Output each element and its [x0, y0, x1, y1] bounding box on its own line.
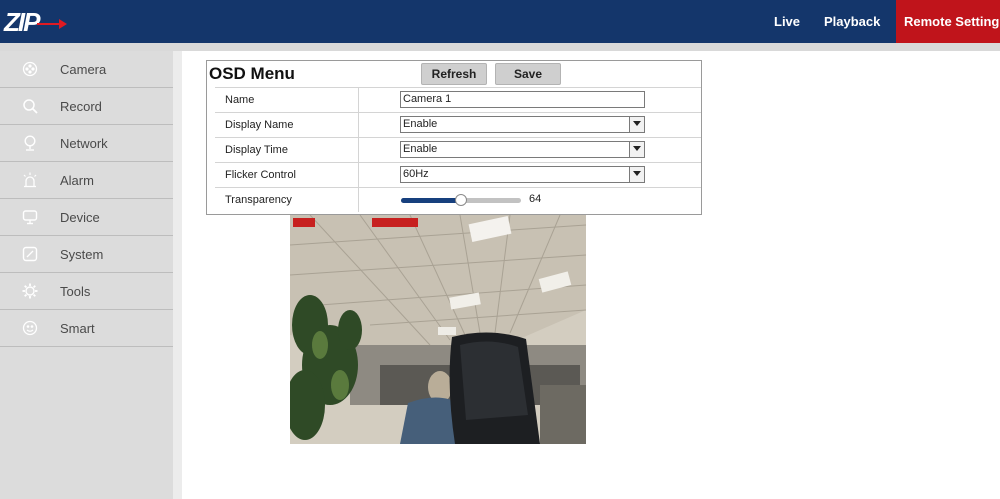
- logo-text: ZIP: [4, 7, 40, 37]
- osd-menu-panel: OSD Menu Refresh Save Name Camera 1 Disp…: [206, 60, 702, 215]
- logo-arrow-icon: [37, 19, 67, 29]
- camera-icon: [22, 61, 38, 77]
- display-time-select[interactable]: Enable: [400, 141, 645, 158]
- sidebar-item-label: Alarm: [60, 173, 94, 188]
- sidebar-item-alarm[interactable]: Alarm: [0, 162, 173, 199]
- setting-row-flicker-control: Flicker Control 60Hz: [215, 162, 701, 187]
- setting-label: Display Name: [225, 119, 294, 131]
- setting-label: Display Time: [225, 144, 288, 156]
- camera-preview: [290, 215, 586, 444]
- refresh-button[interactable]: Refresh: [421, 63, 487, 85]
- flicker-control-select[interactable]: 60Hz: [400, 166, 645, 183]
- setting-row-transparency: Transparency 64: [215, 187, 701, 212]
- sub-bar: [0, 43, 1000, 51]
- setting-label: Name: [225, 94, 255, 106]
- save-button[interactable]: Save: [495, 63, 561, 85]
- gear-icon: [22, 283, 38, 299]
- column-divider: [358, 188, 359, 212]
- nav-live[interactable]: Live: [774, 0, 814, 43]
- nav-playback[interactable]: Playback: [824, 0, 888, 43]
- sidebar-item-label: Camera: [60, 62, 107, 77]
- chevron-down-icon[interactable]: [629, 142, 644, 157]
- osd-settings-table: Name Camera 1 Display Name Enable Displa…: [215, 87, 701, 212]
- zip-logo: ZIP: [4, 6, 67, 38]
- select-value: Enable: [403, 143, 438, 155]
- sidebar-item-tools[interactable]: Tools: [0, 273, 173, 310]
- osd-time-overlay: [372, 218, 418, 227]
- sidebar-item-label: Device: [60, 210, 100, 225]
- slider-fill: [401, 198, 461, 203]
- device-icon: [22, 210, 38, 225]
- column-divider: [358, 88, 359, 112]
- transparency-slider[interactable]: [401, 194, 521, 206]
- sidebar-item-label: System: [60, 247, 104, 262]
- chevron-down-icon[interactable]: [629, 167, 644, 182]
- setting-row-display-name: Display Name Enable: [215, 112, 701, 137]
- sidebar-item-label: Network: [60, 136, 108, 151]
- camera-feed-image: [290, 215, 586, 444]
- column-divider: [358, 163, 359, 187]
- system-icon: [22, 246, 38, 262]
- camera-name-input[interactable]: Camera 1: [400, 91, 645, 108]
- sidebar-item-label: Record: [60, 99, 102, 114]
- sidebar-item-system[interactable]: System: [0, 236, 173, 273]
- chevron-down-icon[interactable]: [629, 117, 644, 132]
- sidebar: Camera Record Network Alarm Device Syste…: [0, 51, 182, 499]
- sidebar-item-label: Smart: [60, 321, 95, 336]
- setting-label: Transparency: [225, 194, 292, 206]
- alarm-icon: [23, 172, 37, 188]
- select-value: 60Hz: [403, 168, 429, 180]
- display-name-select[interactable]: Enable: [400, 116, 645, 133]
- smart-icon: [22, 320, 38, 336]
- sidebar-item-camera[interactable]: Camera: [0, 51, 173, 88]
- sidebar-item-device[interactable]: Device: [0, 199, 173, 236]
- setting-row-display-time: Display Time Enable: [215, 137, 701, 162]
- column-divider: [358, 138, 359, 162]
- sidebar-item-network[interactable]: Network: [0, 125, 173, 162]
- setting-label: Flicker Control: [225, 169, 296, 181]
- search-icon: [23, 99, 38, 114]
- sidebar-item-smart[interactable]: Smart: [0, 310, 173, 347]
- slider-thumb[interactable]: [455, 194, 467, 206]
- transparency-value: 64: [529, 193, 542, 205]
- osd-name-overlay: [293, 218, 315, 227]
- setting-row-name: Name Camera 1: [215, 87, 701, 112]
- nav-remote-setting[interactable]: Remote Setting: [896, 0, 1000, 43]
- column-divider: [358, 113, 359, 137]
- sidebar-item-record[interactable]: Record: [0, 88, 173, 125]
- network-pin-icon: [24, 135, 36, 151]
- page-title: OSD Menu: [209, 64, 295, 83]
- top-navigation-bar: ZIP Live Playback Remote Setting: [0, 0, 1000, 43]
- select-value: Enable: [403, 118, 438, 130]
- sidebar-item-label: Tools: [60, 284, 91, 299]
